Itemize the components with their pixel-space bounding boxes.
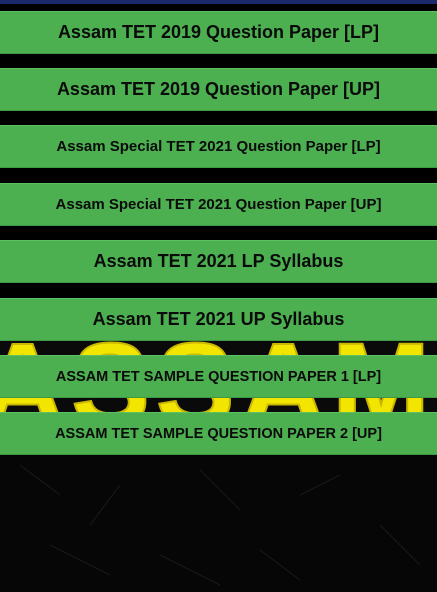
btn-special-tet-2021-lp[interactable]: Assam Special TET 2021 Question Paper [L… [0,125,437,168]
btn-sample-paper-2-up[interactable]: ASSAM TET SAMPLE QUESTION PAPER 2 [UP] [0,412,437,455]
btn-label: Assam Special TET 2021 Question Paper [U… [55,196,382,213]
top-strip [0,0,437,4]
btn-label: Assam TET 2019 Question Paper [LP] [57,22,380,42]
btn-label: ASSAM TET SAMPLE QUESTION PAPER 1 [LP] [55,368,382,385]
btn-label: Assam TET 2019 Question Paper [UP] [56,79,381,99]
btn-tet-2021-up-syllabus[interactable]: Assam TET 2021 UP Syllabus [0,298,437,341]
btn-tet-2021-lp-syllabus[interactable]: Assam TET 2021 LP Syllabus [0,240,437,283]
btn-special-tet-2021-up[interactable]: Assam Special TET 2021 Question Paper [U… [0,183,437,226]
btn-label: Assam TET 2021 UP Syllabus [92,309,345,329]
btn-tet-2019-up[interactable]: Assam TET 2019 Question Paper [UP] [0,68,437,111]
btn-sample-paper-1-lp[interactable]: ASSAM TET SAMPLE QUESTION PAPER 1 [LP] [0,355,437,398]
screen: ASSAM TET Assam TET 2019 Question Paper … [0,0,437,592]
btn-label: Assam TET 2021 LP Syllabus [93,251,344,271]
btn-label: Assam Special TET 2021 Question Paper [L… [56,138,381,155]
background-lower [0,455,437,592]
btn-tet-2019-lp[interactable]: Assam TET 2019 Question Paper [LP] [0,11,437,54]
btn-label: ASSAM TET SAMPLE QUESTION PAPER 2 [UP] [55,425,382,442]
lower-texture [0,455,437,592]
